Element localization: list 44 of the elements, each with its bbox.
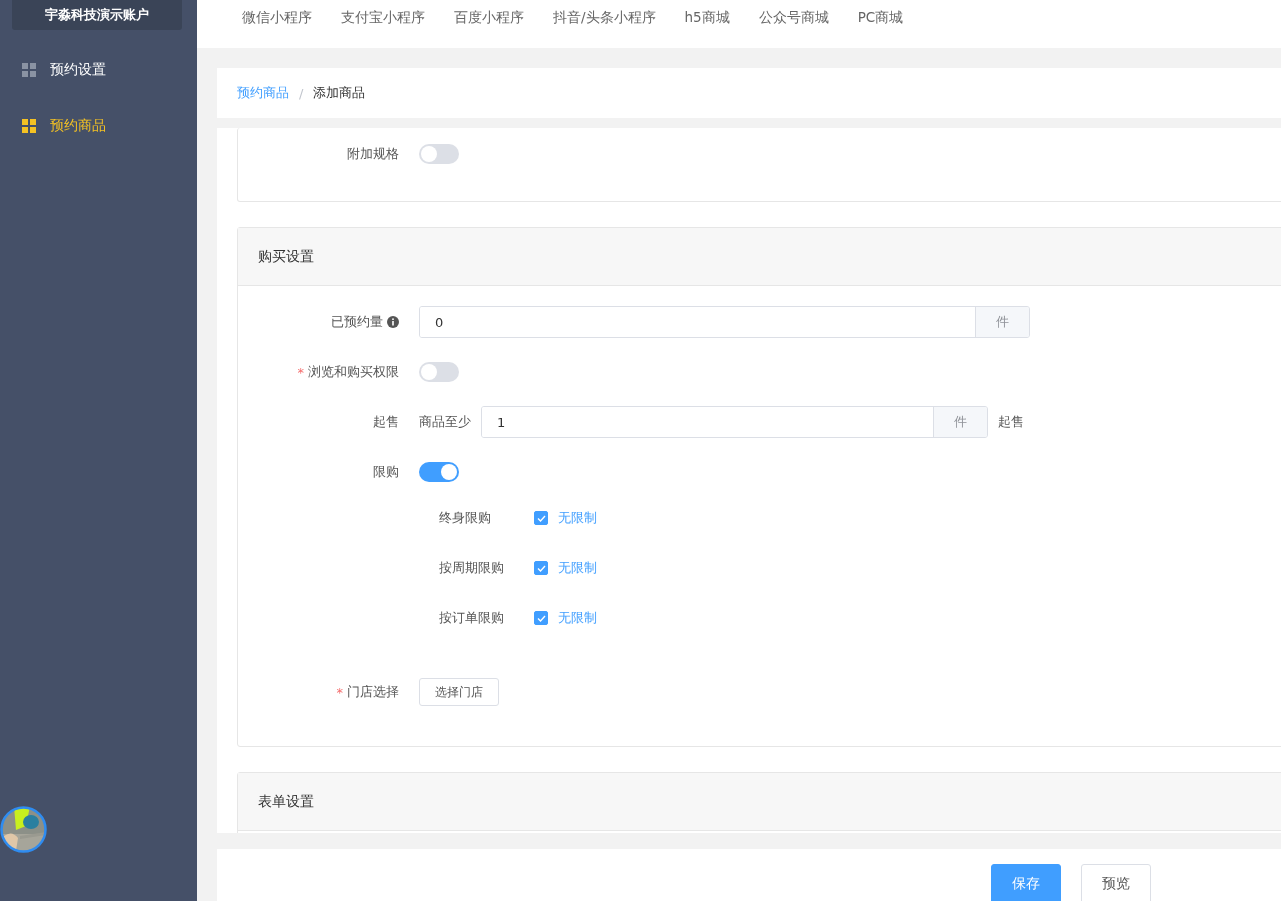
breadcrumb-separator: /: [299, 85, 304, 101]
unit-label: 件: [933, 407, 987, 437]
checkbox-label: 无限制: [558, 509, 597, 527]
breadcrumb-current: 添加商品: [313, 84, 366, 102]
suffix-text: 起售: [998, 413, 1024, 431]
preview-button[interactable]: 预览: [1081, 864, 1151, 901]
nav-link[interactable]: 公众号商城: [758, 9, 829, 27]
toggle-switch[interactable]: [419, 462, 459, 482]
checkbox-label: 无限制: [558, 559, 597, 577]
nav-link[interactable]: h5商城: [684, 9, 730, 27]
option-label: 终身限购: [439, 509, 492, 527]
toggle-switch[interactable]: [419, 144, 459, 164]
nav-link[interactable]: 抖音/头条小程序: [553, 9, 656, 27]
account-name: 宇淼科技演示账户: [12, 0, 182, 30]
field-label: 附加规格: [346, 145, 400, 163]
field-label: * 门店选择: [335, 683, 400, 701]
field-label: * 浏览和购买权限: [296, 363, 400, 381]
required-mark: *: [336, 684, 343, 700]
nav-link[interactable]: 支付宝小程序: [341, 9, 425, 27]
field-label: 限购: [372, 463, 400, 481]
select-store-button[interactable]: 选择门店: [419, 678, 499, 706]
required-mark: *: [297, 364, 304, 380]
nav-link[interactable]: 微信小程序: [242, 9, 312, 27]
unit-label: 件: [975, 307, 1029, 337]
prefix-text: 商品至少: [419, 413, 471, 431]
checkbox[interactable]: [534, 611, 548, 625]
section-title: 购买设置: [238, 228, 1281, 286]
grid-icon: [22, 63, 36, 77]
sidebar-item[interactable]: 预约设置: [0, 42, 197, 98]
checkbox[interactable]: [534, 511, 548, 525]
nav-link[interactable]: PC商城: [857, 9, 904, 27]
checkbox[interactable]: [534, 561, 548, 575]
section-title: 表单设置: [238, 773, 1281, 831]
option-label: 按订单限购: [439, 609, 505, 627]
checkbox-label: 无限制: [558, 609, 597, 627]
field-label: 已预约量: [238, 313, 419, 331]
field-label: 起售: [372, 413, 400, 431]
option-label: 按周期限购: [439, 559, 505, 577]
sidebar-item[interactable]: 预约商品: [0, 98, 197, 154]
input-group[interactable]: 1 件: [481, 406, 988, 438]
nav-link[interactable]: 百度小程序: [454, 9, 524, 27]
toggle-switch[interactable]: [419, 362, 459, 382]
grid-icon: [22, 119, 36, 133]
input-group[interactable]: 0 件: [419, 306, 1030, 338]
